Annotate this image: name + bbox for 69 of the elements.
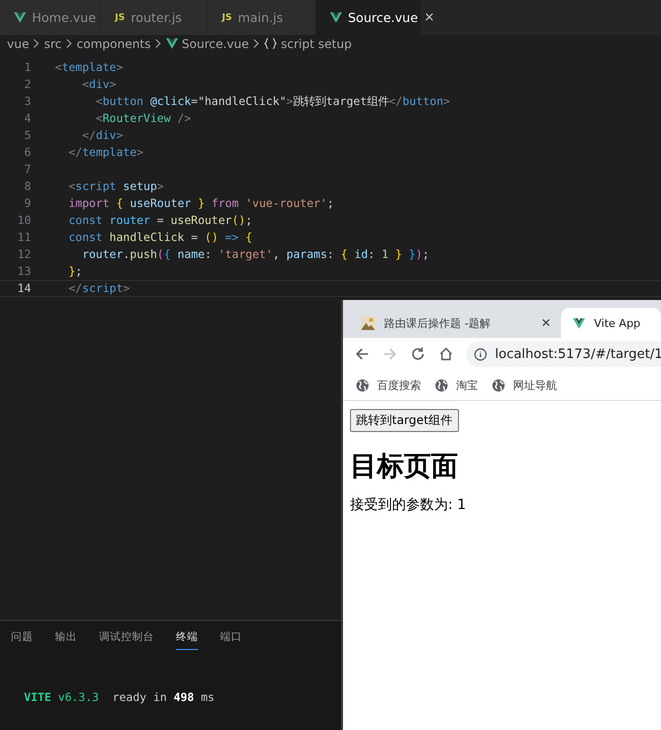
line-number: 2: [23, 78, 31, 91]
braces-icon: [264, 38, 277, 49]
terminal-line: VITE v6.3.3 ready in 498 ms: [24, 691, 216, 704]
editor-tab[interactable]: JS main.js: [208, 0, 316, 35]
vue-logo-icon: [14, 12, 26, 23]
code-line: import { useRouter } from 'vue-router';: [68, 197, 334, 210]
line-number: 7: [23, 163, 31, 176]
code-line: <template>: [55, 61, 124, 74]
info-icon[interactable]: [474, 348, 487, 360]
reload-icon[interactable]: [410, 346, 426, 362]
breadcrumb-item[interactable]: components: [76, 36, 151, 50]
panel-tab[interactable]: 端口: [220, 630, 242, 650]
panel-tab[interactable]: 输出: [55, 630, 77, 650]
browser-tab[interactable]: 路由课后操作题 -题解 ✕: [343, 308, 561, 338]
js-icon: JS: [115, 12, 125, 22]
line-number: 1: [23, 61, 31, 74]
line-number: 3: [23, 95, 31, 108]
code-line: <button @click="handleClick">跳转到target组件</button>: [94, 94, 450, 109]
back-icon[interactable]: [354, 346, 370, 362]
bookmark[interactable]: 百度搜索: [377, 378, 421, 392]
code-line: </div>: [81, 129, 124, 142]
line-number: 8: [23, 180, 31, 193]
line-number: 6: [23, 146, 31, 159]
breadcrumb-item[interactable]: Source.vue: [182, 36, 249, 50]
line-number: 14: [16, 282, 31, 295]
panel-tab[interactable]: 终端: [176, 630, 198, 650]
line-number: 5: [23, 129, 31, 142]
chevron-icon: [66, 39, 73, 48]
line-number: 10: [16, 214, 31, 227]
breadcrumb-item[interactable]: vue: [7, 36, 30, 50]
chevron-icon: [33, 39, 40, 48]
panel-tab[interactable]: 问题: [11, 630, 33, 650]
page-text: 接受到的参数为: 1: [350, 496, 468, 514]
code-line: <div>: [81, 78, 116, 91]
breadcrumb-item[interactable]: script setup: [280, 36, 352, 50]
code-line: </script>: [68, 282, 130, 295]
home-icon[interactable]: [438, 346, 454, 362]
close-icon[interactable]: ×: [424, 10, 435, 25]
editor-tab[interactable]: JS router.js: [101, 0, 208, 35]
line-number: 11: [16, 231, 31, 244]
globe-icon: [356, 378, 369, 392]
code-line: const handleClick = () => {: [68, 231, 252, 244]
chevron-icon: [154, 39, 162, 48]
code-line: <script setup>: [68, 180, 164, 193]
code-line: };: [68, 265, 82, 278]
breadcrumb-item[interactable]: src: [44, 36, 62, 50]
page-button[interactable]: 跳转到target组件: [350, 409, 458, 432]
js-icon: JS: [222, 12, 232, 22]
chevron-icon: [252, 39, 260, 48]
code-line: <RouterView />: [94, 112, 192, 125]
line-number: 12: [16, 248, 31, 261]
close-icon[interactable]: ✕: [540, 316, 551, 330]
code-line: const router = useRouter();: [68, 214, 252, 227]
page-heading: 目标页面: [350, 450, 459, 484]
vue-logo-icon: [573, 318, 585, 328]
panel-tab[interactable]: 调试控制台: [99, 630, 154, 650]
browser-tab[interactable]: Vite App: [561, 308, 661, 338]
vue-logo-icon: [166, 38, 178, 49]
globe-icon: [435, 378, 448, 392]
code-line: </template>: [68, 146, 144, 159]
line-number: 13: [16, 265, 31, 278]
editor-tab[interactable]: Home.vue: [0, 0, 101, 35]
line-number: 9: [23, 197, 31, 210]
bookmark[interactable]: 淘宝: [456, 378, 478, 392]
line-number: 4: [23, 112, 31, 125]
bookmark[interactable]: 网址导航: [513, 378, 557, 392]
vue-logo-icon: [330, 12, 342, 23]
code-line: router.push({ name: 'target', params: { id: 1 } });: [81, 248, 430, 261]
globe-icon: [492, 378, 505, 392]
